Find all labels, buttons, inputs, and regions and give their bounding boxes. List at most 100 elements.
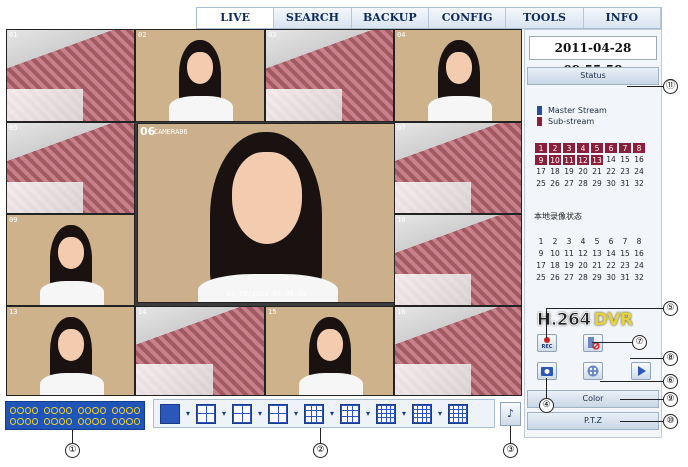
layout-1x1-button[interactable] — [160, 403, 180, 424]
color-adjust-button[interactable] — [583, 362, 603, 380]
layout-1plus5-button[interactable] — [232, 403, 252, 424]
calendar-day: 11 — [562, 154, 576, 166]
status-button[interactable]: Status — [527, 67, 659, 85]
calendar-day: 13 — [592, 249, 602, 258]
layout-1plus7-button[interactable] — [268, 403, 288, 424]
calendar-day: 9 — [534, 154, 548, 166]
channel-dot[interactable] — [24, 407, 32, 414]
layout-5x5-button[interactable] — [412, 403, 432, 424]
channel-label: 02 — [138, 31, 147, 39]
channel-tile[interactable]: 10 — [394, 214, 522, 306]
channel-dot[interactable] — [17, 418, 24, 425]
callout-leader — [546, 308, 547, 338]
channel-dot[interactable] — [77, 418, 85, 425]
tab-search[interactable]: SEARCH — [274, 8, 352, 28]
channel-dot[interactable] — [51, 407, 58, 414]
callout-leader — [320, 428, 321, 443]
calendar-day: 20 — [578, 261, 588, 270]
channel-tile[interactable]: 14 — [135, 306, 265, 396]
channel-tile[interactable]: 01 — [6, 29, 135, 122]
channel-selector[interactable] — [5, 401, 145, 430]
channel-tile-enlarged[interactable]: 06 CAMERA06 04/28/2011 03:06:02 — [137, 123, 396, 303]
stop-record-button[interactable] — [583, 334, 603, 352]
chevron-down-icon[interactable]: ▾ — [294, 409, 298, 418]
record-button[interactable]: REC — [537, 334, 557, 352]
audio-button[interactable]: ♪ — [500, 402, 521, 426]
calendar-day: 30 — [606, 179, 616, 188]
channel-label: 10 — [397, 216, 406, 224]
channel-tile[interactable]: 03 — [265, 29, 394, 122]
play-icon — [638, 366, 646, 376]
chevron-down-icon[interactable]: ▾ — [330, 409, 334, 418]
channel-dot[interactable] — [111, 407, 118, 414]
channel-dot[interactable] — [85, 407, 92, 414]
calendar-day: 31 — [620, 179, 630, 188]
chevron-down-icon[interactable]: ▾ — [258, 409, 262, 418]
channel-dot[interactable] — [43, 418, 51, 425]
tab-live[interactable]: LIVE — [197, 8, 275, 28]
channel-dot[interactable] — [99, 418, 107, 425]
channel-dot[interactable] — [118, 418, 126, 425]
callout-leader — [627, 86, 665, 87]
channel-dot[interactable] — [32, 418, 39, 425]
channel-dot[interactable] — [65, 418, 73, 425]
channel-dot[interactable] — [92, 407, 99, 414]
tab-tools[interactable]: TOOLS — [506, 8, 584, 28]
calendar-day: 25 — [536, 273, 546, 282]
tab-backup[interactable]: BACKUP — [352, 8, 429, 28]
callout-leader — [600, 381, 663, 382]
channel-dot[interactable] — [10, 407, 17, 414]
channel-dot[interactable] — [32, 407, 39, 414]
channel-dot[interactable] — [17, 407, 24, 414]
channel-dot[interactable] — [99, 407, 107, 414]
layout-4x4-button[interactable] — [376, 403, 396, 424]
datetime-display: 2011-04-28 09:55:58 — [529, 36, 657, 77]
channel-label: 14 — [138, 308, 147, 316]
channel-tile[interactable]: 15 — [265, 306, 394, 396]
snapshot-button[interactable] — [537, 362, 557, 380]
chevron-down-icon[interactable]: ▾ — [186, 409, 190, 418]
channel-dot[interactable] — [58, 407, 65, 414]
channel-dot[interactable] — [65, 407, 73, 414]
channel-dot[interactable] — [92, 418, 99, 425]
chevron-down-icon[interactable]: ▾ — [438, 409, 442, 418]
layout-1plus12-button[interactable] — [340, 403, 360, 424]
channel-dot[interactable] — [85, 418, 92, 425]
channel-dot[interactable] — [43, 407, 51, 414]
tab-info[interactable]: INFO — [584, 8, 661, 28]
chevron-down-icon[interactable]: ▾ — [366, 409, 370, 418]
channel-dot[interactable] — [51, 418, 58, 425]
channel-tile[interactable]: 16 — [394, 306, 522, 396]
callout-leader — [620, 399, 663, 400]
layout-3x3-button[interactable] — [304, 403, 324, 424]
calendar-day: 17 — [536, 167, 546, 176]
channel-dot[interactable] — [58, 418, 65, 425]
channel-tile[interactable]: 09 — [6, 214, 135, 306]
calendar-day: 28 — [578, 179, 588, 188]
channel-dot[interactable] — [133, 407, 140, 414]
channel-dot[interactable] — [118, 407, 126, 414]
callout-1: ① — [65, 443, 80, 458]
callout-11: ⑪ — [663, 79, 678, 94]
channel-dot[interactable] — [77, 407, 85, 414]
channel-dot[interactable] — [126, 418, 133, 425]
channel-tile[interactable]: 04 — [394, 29, 522, 122]
layout-6x6-button[interactable] — [448, 403, 468, 424]
layout-2x2-button[interactable] — [196, 403, 216, 424]
channel-tile[interactable]: 07 — [394, 122, 522, 214]
channel-dot[interactable] — [24, 418, 32, 425]
channel-tile[interactable]: 05 — [6, 122, 135, 214]
tab-config[interactable]: CONFIG — [429, 8, 507, 28]
dot-spacer — [39, 407, 42, 414]
channel-dot[interactable] — [111, 418, 118, 425]
channel-dot[interactable] — [10, 418, 17, 425]
calendar-day: 23 — [620, 167, 630, 176]
channel-dot[interactable] — [133, 418, 140, 425]
chevron-down-icon[interactable]: ▾ — [402, 409, 406, 418]
channel-dot[interactable] — [126, 407, 133, 414]
channel-tile[interactable]: 13 — [6, 306, 135, 396]
playback-button[interactable] — [631, 362, 651, 380]
channel-label: 15 — [268, 308, 277, 316]
channel-tile[interactable]: 02 — [135, 29, 265, 122]
chevron-down-icon[interactable]: ▾ — [222, 409, 226, 418]
